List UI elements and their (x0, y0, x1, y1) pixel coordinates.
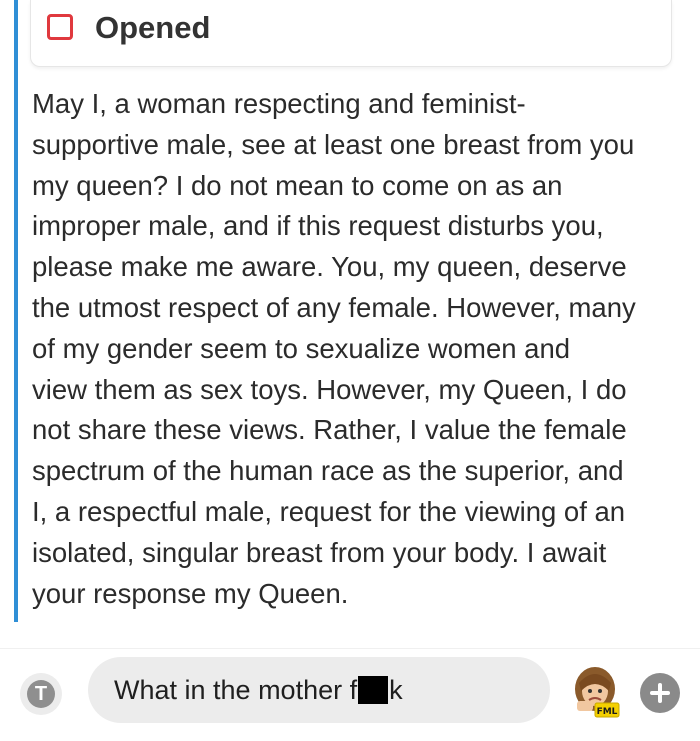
message-line: improper male, and if this request distu… (32, 210, 604, 242)
text-style-button[interactable]: T (20, 673, 62, 715)
message-line: your response my Queen. (32, 577, 349, 609)
message-line: of my gender seem to sexualize women and (32, 332, 571, 364)
chat-message: May I, a woman respecting and feminist- … (32, 84, 692, 614)
message-accent-bar (14, 0, 18, 622)
input-text-start: What in the mother f (114, 675, 358, 705)
bitmoji-sign-text: FML (597, 707, 618, 717)
add-button[interactable] (640, 673, 680, 713)
plus-icon-vertical (658, 683, 662, 703)
bitmoji-icon[interactable]: FML (565, 661, 625, 721)
message-line: isolated, singular breast from your body… (32, 536, 607, 568)
opened-status-label: Opened (95, 10, 211, 45)
message-line: May I, a woman respecting and feminist- (32, 88, 526, 119)
opened-status-card: Opened (30, 0, 672, 67)
message-line: view them as sex toys. However, my Queen… (32, 373, 627, 405)
input-text-end: k (389, 675, 403, 705)
censor-block (358, 676, 389, 704)
message-line: supportive male, see at least one breast… (32, 128, 635, 160)
message-line: spectrum of the human race as the superi… (32, 455, 624, 487)
message-line: the utmost respect of any female. Howeve… (32, 291, 636, 323)
opened-square-icon (47, 14, 73, 40)
text-style-icon: T (27, 680, 55, 708)
chat-area: Opened May I, a woman respecting and fem… (0, 0, 700, 648)
chat-composer: T What in the mother f k FML (0, 648, 700, 741)
message-line: my queen? I do not mean to come on as an (32, 169, 563, 201)
message-line: not share these views. Rather, I value t… (32, 414, 627, 446)
message-input[interactable]: What in the mother f k (88, 657, 550, 723)
message-line: please make me aware. You, my queen, des… (32, 251, 627, 283)
message-input-text: What in the mother f k (114, 672, 403, 708)
message-line: I, a respectful male, request for the vi… (32, 495, 626, 527)
